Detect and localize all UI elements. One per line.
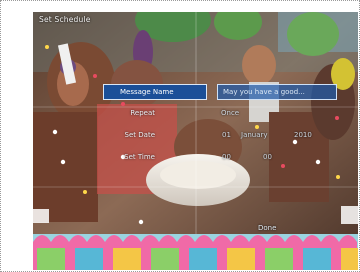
set-date-month[interactable]: January <box>241 131 268 139</box>
photo-frame-screen: Set Schedule Message Name May you have a… <box>33 12 358 270</box>
screen-title: Set Schedule <box>39 15 91 24</box>
message-name-label[interactable]: Message Name <box>103 84 207 100</box>
set-date-row[interactable]: Set Date 01 January 2010 <box>33 131 358 143</box>
set-time-hour[interactable]: 00 <box>222 153 231 161</box>
done-button[interactable]: Done <box>258 224 276 232</box>
message-name-value[interactable]: May you have a good... <box>217 84 337 100</box>
set-time-label: Set Time <box>124 153 155 161</box>
set-time-minute[interactable]: 00 <box>263 153 272 161</box>
set-date-label: Set Date <box>124 131 155 139</box>
set-date-day[interactable]: 01 <box>222 131 231 139</box>
repeat-row[interactable]: Repeat Once <box>33 109 358 121</box>
set-date-year[interactable]: 2010 <box>294 131 312 139</box>
repeat-value[interactable]: Once <box>221 109 239 117</box>
repeat-label: Repeat <box>130 109 155 117</box>
set-time-row[interactable]: Set Time 00 00 <box>33 153 358 165</box>
